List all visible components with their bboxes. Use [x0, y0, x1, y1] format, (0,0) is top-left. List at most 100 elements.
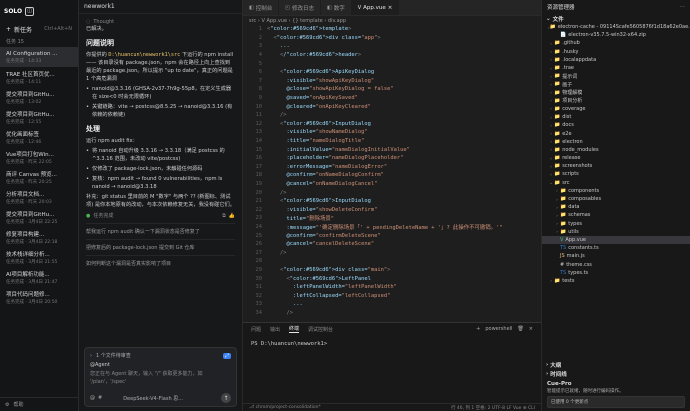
task-item[interactable]: 商评 Canvas 预览... 任务完成 · 昨天 20:25	[0, 167, 78, 187]
editor-tab[interactable]: ◧ 数字	[321, 0, 352, 15]
file-tree-item[interactable]: › 📁 .github	[542, 39, 690, 47]
plus-icon[interactable]: +	[476, 326, 480, 332]
suggestion-item[interactable]: 帮我运行 npm audit 确认一下漏洞状态是否修复了	[86, 223, 235, 239]
new-task-button[interactable]: + 新任务 Ctrl+Alt+N	[0, 22, 78, 36]
file-tree-item[interactable]: › 📁 .trae	[542, 64, 690, 72]
outline-section[interactable]: › 大纲	[542, 360, 690, 369]
terminal-tab[interactable]: 问题	[251, 326, 261, 333]
suggestion-item[interactable]: 把修复后的 package-lock.json 提交到 Git 仓库	[86, 239, 235, 255]
model-selector[interactable]: DeepSeek-V4-Flash 思...	[123, 395, 183, 402]
file-tree-item[interactable]: › 📁 utils	[542, 228, 690, 236]
line-number: 29	[255, 266, 263, 273]
file-tree-item[interactable]: › 📁 .husky	[542, 48, 690, 56]
file-tree-item[interactable]: › 📁 画子	[542, 80, 690, 88]
file-tree-item[interactable]: › 📁 screenshots	[542, 162, 690, 170]
more-icon[interactable]: ⋯	[680, 4, 686, 10]
task-title: 商评 Canvas 预览...	[6, 171, 57, 178]
terminal-shell[interactable]: powershell	[485, 326, 512, 332]
file-name: .localappdata	[562, 56, 597, 63]
file-icon: ◰	[285, 4, 290, 11]
file-tree-item[interactable]: › 📁 项目分析	[542, 97, 690, 105]
cue-title: Cue-Pro	[547, 381, 572, 387]
close-icon[interactable]: ×	[529, 326, 533, 332]
file-tree-item[interactable]: › 📁 data	[542, 203, 690, 211]
file-tree-item[interactable]: › 📁 types	[542, 220, 690, 228]
file-tree-item[interactable]: › 📁 dist	[542, 113, 690, 121]
task-item[interactable]: 提交项目到GitHu... 任务完成 · 13:02	[0, 87, 78, 107]
expand-icon[interactable]: ⤢	[222, 352, 231, 359]
send-icon[interactable]: ↑	[221, 393, 231, 403]
terminal-tab[interactable]: 输出	[270, 326, 280, 333]
editor-tab[interactable]: ◧ 控制台	[243, 0, 280, 15]
task-item[interactable]: 提交项目到GitHu... 任务完成 · 3月4日 22:25	[0, 207, 78, 227]
files-label: 文件	[552, 16, 564, 23]
file-tree-item[interactable]: V App.vue	[542, 235, 690, 245]
code-editor[interactable]: 1 <"color:#569cd6">template> 2 <"color:#56…	[243, 25, 541, 317]
task-item[interactable]: 优化画面标签 任务完成 · 12:46	[0, 127, 78, 147]
task-item[interactable]: AI Configuration ... 任务完成 · 14:33	[0, 47, 78, 67]
file-tree-item[interactable]: › 📁 scripts	[542, 170, 690, 178]
file-tree-item[interactable]: › 📁 提示词	[542, 72, 690, 80]
task-item[interactable]: TRAE 社区首页优... 任务完成 · 14:11	[0, 67, 78, 87]
file-tree-item[interactable]: › 📁 .localappdata	[542, 56, 690, 64]
task-item[interactable]: 项目代码问题修... 任务完成 · 3月4日 20:50	[0, 287, 78, 307]
terminal-tab[interactable]: 调试控制台	[308, 326, 333, 333]
task-item[interactable]: 分析项目文档... 任务完成 · 昨天 20:03	[0, 187, 78, 207]
file-tree-item[interactable]: 📄 electron-v35.7.5-win32-x64.zip	[542, 31, 690, 39]
line-number: 34	[255, 309, 263, 316]
file-tree-item[interactable]: › 📁 components	[542, 187, 690, 195]
close-icon[interactable]: ×	[388, 5, 393, 11]
file-tree-item[interactable]: › 📁 release	[542, 154, 690, 162]
file-tree-item[interactable]: › 📁 docs	[542, 121, 690, 129]
file-tree-item[interactable]: › 📁 coverage	[542, 105, 690, 113]
file-name: tests	[562, 277, 575, 284]
task-item[interactable]: Vue项目打包Win... 任务完成 · 昨天 22:05	[0, 147, 78, 167]
suggestion-item[interactable]: 如何判断这个漏洞是否真实影响了项目	[86, 255, 235, 271]
code-line: 17 :errorMessage="nameDialogError"	[243, 163, 541, 172]
editor-tab[interactable]: V App.vue ×	[351, 0, 400, 15]
task-status: 任务完成 · 3月4日 22:18	[6, 239, 58, 245]
file-tree-item[interactable]: › 📁 electron	[542, 138, 690, 146]
file-tree-item[interactable]: › 📁 tests	[542, 277, 690, 285]
file-tree-item[interactable]: › 📁 物理解模	[542, 89, 690, 97]
status-right[interactable]: 行 46, 列 1 空格: 2 UTF-8 LF Vue ⊕ CLI	[451, 405, 535, 411]
files-section[interactable]: ⌄ 文件	[542, 14, 690, 23]
file-tree-item[interactable]: › 📁 composables	[542, 195, 690, 203]
task-item[interactable]: 技术栈详细分析... 任务完成 · 3月4日 21:55	[0, 247, 78, 267]
file-tree-item[interactable]: › 📁 electron-cache - 09114Scafe5605876f1d1…	[542, 23, 690, 31]
file-tree-item[interactable]: › 📁 node_modules	[542, 146, 690, 154]
file-tree-item[interactable]: ⌄ 📁 src	[542, 179, 690, 187]
terminal-prompt[interactable]: PS D:\huancun\newwork1>	[243, 335, 541, 353]
copy-icon[interactable]: ⧉	[222, 213, 226, 219]
file-tree-item[interactable]: › 📁 schemas	[542, 211, 690, 219]
chat-input-placeholder[interactable]: 您正在与 Agent 聊天，输入 "/" 获取更多能力，如 '/plan'，'/…	[90, 370, 231, 386]
help-link[interactable]: 帮助	[13, 401, 23, 408]
cue-button[interactable]: 已使用 0 个更新点	[547, 396, 685, 408]
task-item[interactable]: 修复项目构建... 任务完成 · 3月4日 22:18	[0, 227, 78, 247]
task-item[interactable]: AI项目解析功能... 任务完成 · 3月4日 21:47	[0, 267, 78, 287]
code-line: 11 />	[243, 111, 541, 120]
task-status: 任务完成 · 12:55	[6, 119, 42, 125]
terminal-tab[interactable]: 终端	[289, 325, 300, 333]
editor-tab[interactable]: ◰ 修改日志	[279, 0, 321, 15]
file-tree-item[interactable]: TS constants.ts	[542, 244, 690, 252]
file-tree-item[interactable]: TS types.ts	[542, 269, 690, 277]
hash-button[interactable]: #	[98, 395, 102, 401]
trash-icon[interactable]: 🗑	[517, 326, 523, 332]
timeline-section[interactable]: › 时间线	[542, 369, 690, 378]
file-tree-item[interactable]: # theme.css	[542, 260, 690, 268]
folder-icon: 📁	[554, 277, 561, 284]
at-button[interactable]: @	[90, 395, 95, 401]
settings-icon[interactable]: ⚙	[5, 402, 9, 408]
chevron-right-icon[interactable]: ›	[90, 353, 92, 359]
pending-files-label[interactable]: 1 个文件待审查	[96, 352, 131, 359]
file-tree-item[interactable]: JS main.js	[542, 252, 690, 260]
thumbs-up-icon[interactable]: 👍	[229, 213, 235, 219]
file-tree-item[interactable]: › 📁 e2e	[542, 129, 690, 137]
git-branch[interactable]: ⎇ chrom/project-consolidation*	[249, 405, 321, 410]
line-number: 20	[255, 189, 263, 196]
agent-mention[interactable]: @Agent	[90, 362, 231, 368]
chat-input-box[interactable]: › 1 个文件待审查 ⤢ @Agent 您正在与 Agent 聊天，输入 "/"…	[84, 347, 237, 407]
task-item[interactable]: 提交项目到GitHu... 任务完成 · 12:55	[0, 107, 78, 127]
breadcrumb[interactable]: src › V App.vue › {} template › div.app	[243, 16, 541, 25]
